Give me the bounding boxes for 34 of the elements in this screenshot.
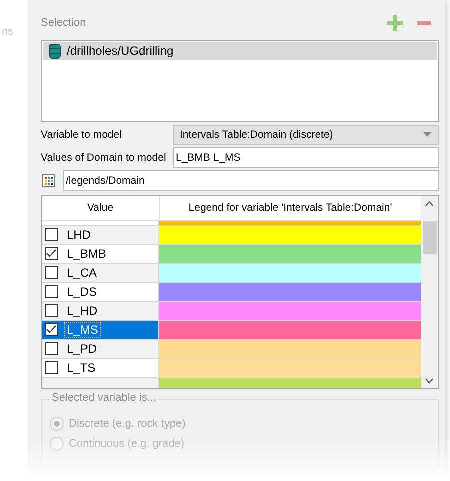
values-field[interactable]: L_BMB L_MS [173,147,439,168]
field-label: Values of Domain to model [41,152,168,164]
checkbox[interactable] [45,342,58,356]
variable-dropdown[interactable]: Intervals Table:Domain (discrete) [173,124,439,144]
column-header[interactable]: Legend for variable 'Intervals Table:Domain' [160,196,421,220]
table-cell[interactable]: L_TS [42,358,159,377]
scroll-up-icon[interactable] [425,201,434,207]
scrollbar[interactable] [421,196,438,388]
field-label: Variable to model [41,128,123,140]
checkbox[interactable] [45,285,58,298]
checkbox[interactable] [45,304,58,318]
column-header[interactable]: Value [42,196,160,220]
checkbox[interactable] [45,247,58,260]
database-icon [49,44,61,58]
legend-palette-icon[interactable] [42,174,55,187]
table-cell[interactable]: L_CA [42,264,159,282]
table-cell[interactable]: L_BMB [42,244,159,263]
table-cell[interactable]: LHD [42,226,159,244]
legend-path-field[interactable]: /legends/Domain [63,170,439,191]
table-cell[interactable]: L_MS [42,320,159,339]
group-title: Selected variable is... [50,392,159,404]
checkbox[interactable] [45,228,58,242]
section-title: Selection [41,17,86,29]
dropdown-arrow-icon [423,132,432,137]
selection-list[interactable]: /drillholes/UGdrilling [41,40,439,122]
checkbox[interactable] [45,361,58,374]
checkbox[interactable] [45,266,58,280]
scrollbar-thumb[interactable] [422,221,436,254]
checkbox[interactable] [45,323,58,336]
list-item[interactable]: /drillholes/UGdrilling [43,42,437,60]
table-cell[interactable]: L_DS [42,282,159,301]
scroll-down-icon[interactable] [425,378,434,384]
table-cell[interactable]: L_HD [42,302,159,320]
table-cell[interactable]: L_PD [42,340,159,358]
